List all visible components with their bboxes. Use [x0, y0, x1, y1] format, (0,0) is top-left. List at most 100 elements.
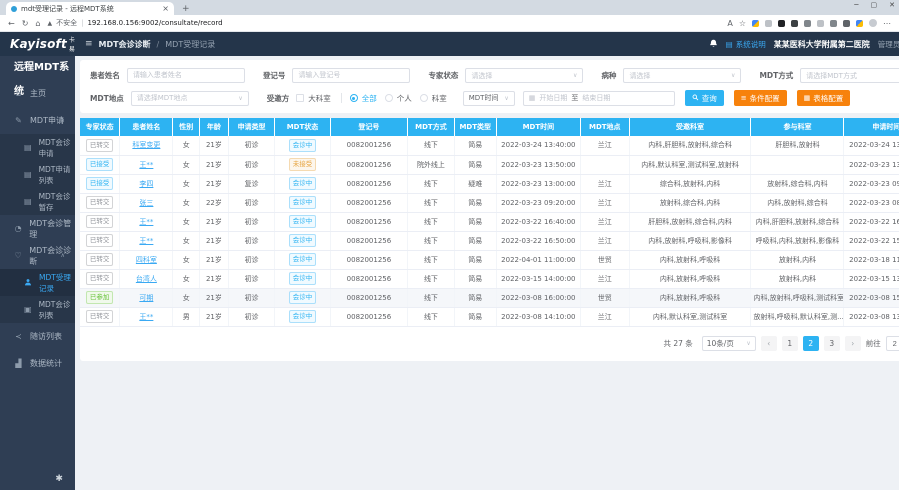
- mdt-location-select[interactable]: 请选择MDT地点 ∨: [131, 91, 249, 106]
- cell-name: 王**: [120, 231, 173, 250]
- date-end-placeholder: 结束日期: [582, 93, 610, 103]
- table-row[interactable]: 已接受王**女21岁初诊未接受0082001256院外线上简易2022-03-2…: [80, 155, 899, 174]
- disease-select[interactable]: 请选择 ∨: [623, 68, 741, 83]
- sidebar-item-home[interactable]: ⌂ 主页: [0, 80, 75, 107]
- cell-location: 世贸: [580, 250, 629, 269]
- cell-gender: 女: [173, 231, 200, 250]
- patient-name-link[interactable]: 王**: [139, 161, 153, 169]
- notification-bell-icon[interactable]: [709, 39, 718, 50]
- prev-page-button[interactable]: ‹: [761, 336, 777, 351]
- time-field-select[interactable]: MDT时间 ∨: [463, 91, 515, 106]
- patient-name-link[interactable]: 四科室: [136, 256, 157, 264]
- pagination: 共 27 条 10条/页 ∨ ‹ 123 › 前往 页: [80, 327, 899, 361]
- cell-mdt-type: 简易: [454, 136, 496, 155]
- table-row[interactable]: 已转交王**女21岁初诊会诊中0082001256线下简易2022-03-22 …: [80, 212, 899, 231]
- patient-name-link[interactable]: 王**: [139, 237, 153, 245]
- back-icon[interactable]: ←: [8, 19, 15, 28]
- page-button-1[interactable]: 1: [782, 336, 798, 351]
- more-menu-icon[interactable]: ⋯: [883, 19, 891, 28]
- reload-icon[interactable]: ↻: [22, 19, 29, 28]
- page-button-3[interactable]: 3: [824, 336, 840, 351]
- dept-group-checkbox[interactable]: [296, 94, 304, 102]
- sidebar-item-statistics[interactable]: ▟ 数据统计: [0, 350, 75, 377]
- help-icon: ▤: [726, 40, 733, 49]
- split-screen-icon[interactable]: [830, 20, 837, 27]
- table-row[interactable]: 已参加可期女21岁初诊会诊中0082001256线下简易2022-03-08 1…: [80, 288, 899, 307]
- sidebar-item-mdt-consult-list[interactable]: ▣ MDT会诊列表: [0, 296, 75, 323]
- cell-apply-type: 初诊: [228, 231, 275, 250]
- mdt-mode-select[interactable]: 请选择MDT方式 ∨: [800, 68, 899, 83]
- page-button-2[interactable]: 2: [803, 336, 819, 351]
- table-row[interactable]: 已转交王**女21岁初诊会诊中0082001256线下简易2022-03-22 …: [80, 231, 899, 250]
- extension-icon[interactable]: [765, 20, 772, 27]
- breadcrumb-separator: /: [157, 40, 160, 49]
- date-range-picker[interactable]: ▦ 开始日期 至 结束日期: [523, 91, 675, 106]
- url-field[interactable]: ▲ 不安全 | 192.168.0.156:9002/consultate/re…: [47, 18, 720, 28]
- cell-joined: 呼吸科,内科,放射科,影像科: [751, 231, 844, 250]
- cell-apply-time: 2022-03-23 13:41:45: [844, 155, 899, 174]
- sidebar-item-mdt-record[interactable]: MDT受理记录: [0, 269, 75, 296]
- extension-icon[interactable]: [778, 20, 785, 27]
- page-size-select[interactable]: 10条/页 ∨: [702, 336, 756, 351]
- patient-name-link[interactable]: 台湾人: [136, 275, 157, 283]
- window-maximize-button[interactable]: ▢: [871, 1, 878, 9]
- sidebar-item-mdt-consult-draft[interactable]: ▤ MDT会诊暂存: [0, 188, 75, 215]
- security-label: 不安全: [56, 18, 77, 28]
- table-row[interactable]: 已转交科室变更女21岁初诊会诊中0082001256线下简易2022-03-24…: [80, 136, 899, 155]
- cell-joined: 肝胆科,放射科: [751, 136, 844, 155]
- table-row[interactable]: 已转交四科室女21岁初诊会诊中0082001256线下简易2022-04-01 …: [80, 250, 899, 269]
- patient-name-link[interactable]: 张三: [139, 199, 153, 207]
- cell-age: 21岁: [200, 231, 229, 250]
- cell-gender: 男: [173, 307, 200, 326]
- patient-name-input[interactable]: [127, 68, 245, 83]
- tab-close-icon[interactable]: ×: [162, 4, 169, 13]
- extension-icon[interactable]: [752, 20, 759, 27]
- register-no-input[interactable]: [292, 68, 410, 83]
- sidebar-item-mdt-apply[interactable]: ✎ MDT申请 ∧: [0, 107, 75, 134]
- patient-name-link[interactable]: 王**: [139, 313, 153, 321]
- patient-name-link[interactable]: 王**: [139, 218, 153, 226]
- next-page-button[interactable]: ›: [845, 336, 861, 351]
- patient-name-link[interactable]: 可期: [139, 294, 153, 302]
- expert-status-select[interactable]: 请选择 ∨: [465, 68, 583, 83]
- sidebar-item-mdt-manage[interactable]: ◔ MDT会诊管理: [0, 215, 75, 242]
- search-button[interactable]: 查询: [685, 90, 724, 106]
- extension-icon[interactable]: [817, 20, 824, 27]
- cell-location: 兰江: [580, 193, 629, 212]
- browser-essentials-icon[interactable]: [856, 20, 863, 27]
- read-aloud-icon[interactable]: A: [727, 19, 732, 28]
- cell-mdt-type: 简易: [454, 193, 496, 212]
- invitee-radio-all[interactable]: [350, 94, 358, 102]
- table-row[interactable]: 已转交张三女22岁初诊会诊中0082001256线下简易2022-03-23 0…: [80, 193, 899, 212]
- sidebar-item-mdt-diagnosis[interactable]: ♡ MDT会诊诊断 ∧: [0, 242, 75, 269]
- table-row[interactable]: 已转交台湾人女21岁初诊会诊中0082001256线下简易2022-03-15 …: [80, 269, 899, 288]
- browser-profile-avatar[interactable]: [869, 19, 877, 27]
- table-row[interactable]: 已接受李四女21岁复诊会诊中0082001256线下疑难2022-03-23 1…: [80, 174, 899, 193]
- goto-page-input[interactable]: [886, 336, 899, 351]
- cell-mdt-time: 2022-03-24 13:40:00: [496, 136, 580, 155]
- sidebar-collapse-icon[interactable]: ≡: [85, 39, 93, 49]
- patient-name-link[interactable]: 科室变更: [132, 141, 160, 149]
- expert-status-label: 专家状态: [428, 70, 458, 81]
- home-nav-icon[interactable]: ⌂: [35, 19, 40, 28]
- settings-gear-icon[interactable]: ✱: [55, 474, 63, 484]
- window-close-button[interactable]: ✕: [889, 1, 895, 9]
- table-config-button[interactable]: ▦ 表格配置: [797, 90, 851, 106]
- browser-tab[interactable]: mdt受理记录 - 远程MDT系统 ×: [6, 2, 174, 15]
- extensions-puzzle-icon[interactable]: [843, 20, 850, 27]
- system-help-link[interactable]: ▤ 系统说明: [726, 39, 766, 50]
- sidebar-item-mdt-consult-apply[interactable]: ▤ MDT会诊申请: [0, 134, 75, 161]
- table-row[interactable]: 已转交王**男21岁初诊会诊中0082001256线下简易2022-03-08 …: [80, 307, 899, 326]
- cell-mode: 线下: [408, 269, 455, 288]
- new-tab-button[interactable]: +: [182, 4, 190, 15]
- favorite-star-icon[interactable]: ☆: [739, 19, 746, 28]
- extension-icon[interactable]: [804, 20, 811, 27]
- patient-name-link[interactable]: 李四: [139, 180, 153, 188]
- sidebar-item-mdt-apply-list[interactable]: ▤ MDT申请列表: [0, 161, 75, 188]
- invitee-radio-dept[interactable]: [420, 94, 428, 102]
- window-minimize-button[interactable]: ─: [854, 1, 858, 9]
- condition-config-button[interactable]: ≡ 条件配置: [734, 90, 787, 106]
- invitee-radio-personal[interactable]: [385, 94, 393, 102]
- sidebar-item-followup-list[interactable]: ≺ 随访列表: [0, 323, 75, 350]
- extension-icon[interactable]: [791, 20, 798, 27]
